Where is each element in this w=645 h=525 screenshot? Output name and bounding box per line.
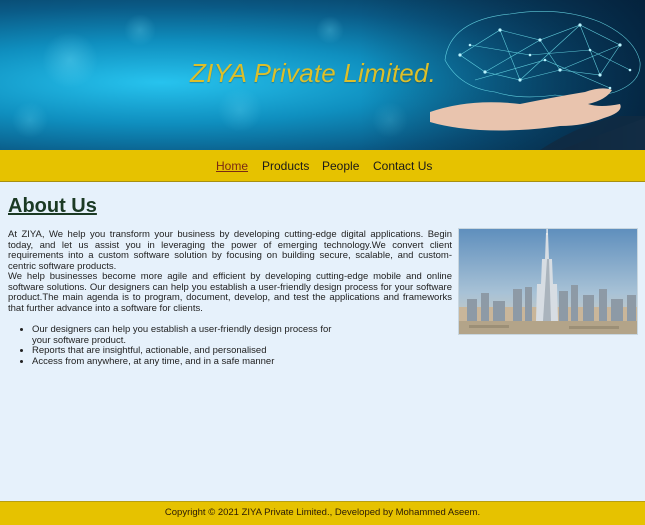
copyright-text: Copyright © 2021 ZIYA Private Limited., … bbox=[164, 507, 481, 518]
page-title: About Us bbox=[8, 195, 97, 217]
about-section: About Us At ZIYA, We help you transform … bbox=[0, 182, 645, 501]
nav-home[interactable]: Home bbox=[216, 159, 248, 173]
city-skyline-image bbox=[458, 228, 638, 335]
nav-products[interactable]: Products bbox=[262, 159, 309, 173]
list-item: Our designers can help you establish a u… bbox=[32, 324, 332, 346]
nav-people[interactable]: People bbox=[322, 159, 359, 173]
nav-contact-us[interactable]: Contact Us bbox=[373, 159, 432, 173]
footer: Copyright © 2021 ZIYA Private Limited., … bbox=[0, 501, 645, 525]
main-nav: Home Products People Contact Us bbox=[0, 150, 645, 182]
list-item: Access from anywhere, at any time, and i… bbox=[32, 356, 332, 368]
hero-banner: ZIYA Private Limited. bbox=[0, 0, 645, 150]
feature-list: Our designers can help you establish a u… bbox=[8, 324, 332, 368]
about-paragraph-1: At ZIYA, We help you transform your busi… bbox=[8, 229, 452, 272]
about-paragraph-2: We help businesses become more agile and… bbox=[8, 271, 452, 314]
site-title: ZIYA Private Limited. bbox=[190, 58, 436, 88]
